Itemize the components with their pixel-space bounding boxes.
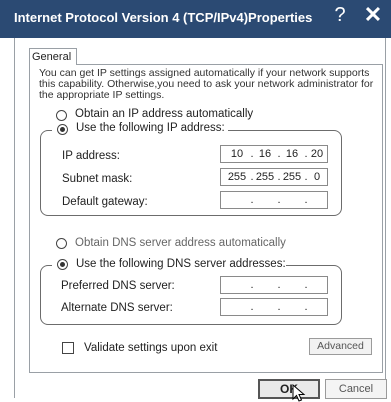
default-gateway-input[interactable]: . . .	[220, 191, 328, 209]
octet-separator: .	[277, 194, 281, 206]
tab-general[interactable]: General	[29, 48, 77, 65]
help-icon[interactable]: ?	[329, 2, 351, 28]
use-following-ip-radio[interactable]	[57, 124, 68, 135]
subnet-mask-input[interactable]: 255 . 255 . 255 . 0	[220, 168, 328, 186]
octet-separator: .	[304, 301, 308, 313]
octet-separator: .	[304, 279, 308, 291]
octet-separator: .	[250, 301, 254, 313]
ip-address-label: IP address:	[62, 150, 120, 162]
mask-octet-4: 0	[313, 171, 321, 183]
subnet-mask-label: Subnet mask:	[62, 173, 133, 185]
use-following-dns-label: Use the following DNS server addresses:	[76, 258, 286, 270]
ip-octet-2: 16	[258, 148, 272, 160]
mask-octet-1: 255	[227, 171, 247, 183]
description-text: You can get IP settings assigned automat…	[39, 67, 374, 101]
close-icon[interactable]: ✕	[360, 2, 386, 28]
advanced-button[interactable]: Advanced	[309, 338, 372, 355]
cancel-button[interactable]: Cancel	[325, 379, 387, 399]
dns-group-box	[40, 265, 342, 325]
title-bar: Internet Protocol Version 4 (TCP/IPv4)Pr…	[0, 0, 391, 38]
octet-separator: .	[250, 279, 254, 291]
octet-separator: .	[277, 279, 281, 291]
obtain-ip-auto-label: Obtain an IP address automatically	[75, 108, 254, 120]
use-following-ip-label: Use the following IP address:	[76, 122, 225, 134]
mask-octet-2: 255	[255, 171, 275, 183]
octet-separator: .	[250, 194, 254, 206]
ip-octet-1: 10	[230, 148, 244, 160]
ip-octet-4: 20	[310, 148, 324, 160]
obtain-dns-auto-label: Obtain DNS server address automatically	[75, 237, 286, 249]
mask-octet-3: 255	[282, 171, 302, 183]
validate-label: Validate settings upon exit	[84, 342, 218, 354]
octet-separator: .	[304, 194, 308, 206]
window-title: Internet Protocol Version 4 (TCP/IPv4)Pr…	[14, 10, 313, 25]
ok-button[interactable]: OK	[258, 379, 320, 399]
ip-address-input[interactable]: 10 . 16 . 16 . 20	[220, 145, 328, 163]
ip-octet-3: 16	[285, 148, 299, 160]
obtain-dns-auto-radio[interactable]	[56, 238, 67, 249]
mouse-pointer-icon	[292, 384, 306, 402]
obtain-ip-auto-radio[interactable]	[56, 110, 67, 121]
validate-checkbox[interactable]	[62, 342, 74, 354]
preferred-dns-label: Preferred DNS server:	[61, 280, 175, 292]
default-gateway-label: Default gateway:	[62, 196, 148, 208]
alternate-dns-input[interactable]: . . .	[220, 298, 328, 316]
preferred-dns-input[interactable]: . . .	[220, 276, 328, 294]
alternate-dns-label: Alternate DNS server:	[61, 302, 173, 314]
octet-separator: .	[277, 301, 281, 313]
use-following-dns-radio[interactable]	[57, 259, 68, 270]
